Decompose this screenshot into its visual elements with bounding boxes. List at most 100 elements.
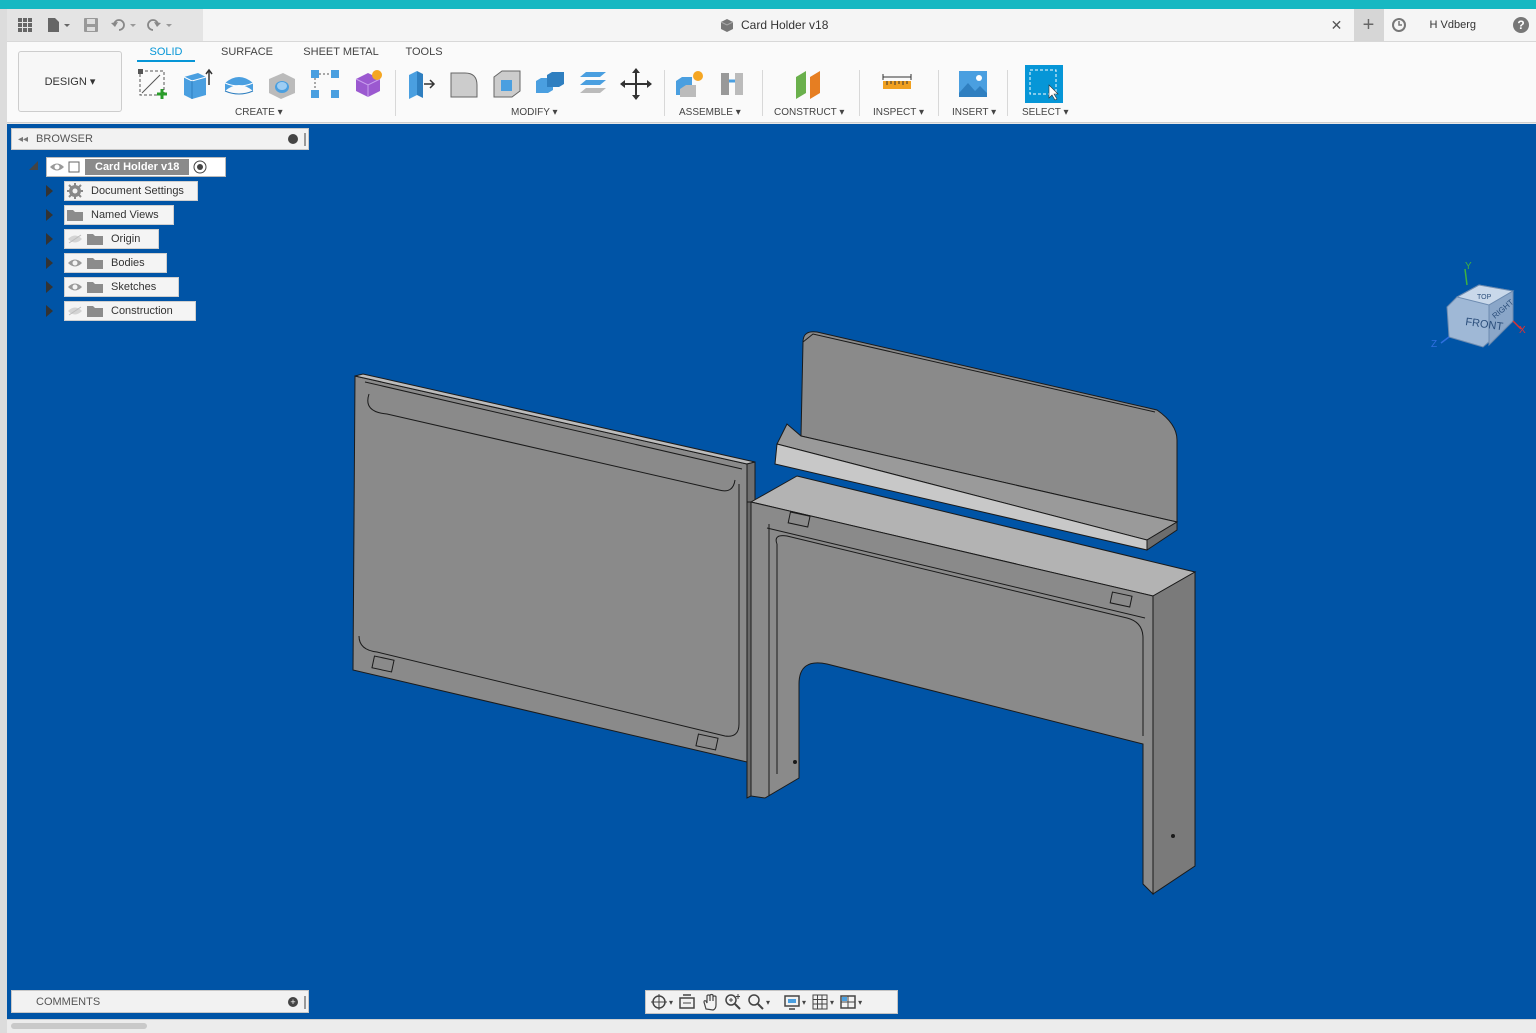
comments-title: COMMENTS [36, 995, 101, 1008]
browser-item-construction[interactable]: Construction [64, 301, 196, 321]
browser-item-sketches[interactable]: Sketches [64, 277, 179, 297]
select-group: SELECT ▾ [1022, 65, 1095, 122]
viewports-icon[interactable]: ▾ [839, 992, 862, 1012]
expand-arrow-icon[interactable] [46, 281, 53, 293]
browser-item-label: Sketches [111, 281, 157, 293]
save-icon[interactable] [79, 13, 103, 37]
eye-icon[interactable] [47, 161, 67, 173]
look-at-icon[interactable] [678, 992, 696, 1012]
gear-icon [67, 183, 83, 199]
document-title-text: Card Holder v18 [741, 18, 829, 32]
create-group-label[interactable]: CREATE ▾ [235, 107, 283, 118]
tab-solid[interactable]: SOLID [137, 42, 195, 62]
comments-resize-grip[interactable] [304, 996, 306, 1009]
eye-icon[interactable] [65, 281, 85, 293]
horizontal-scroll-thumb[interactable] [11, 1023, 147, 1029]
help-icon[interactable]: ? [1506, 16, 1536, 34]
ribbon-separator [859, 70, 860, 116]
eye-hidden-icon[interactable] [65, 305, 85, 317]
revolve-icon[interactable] [221, 66, 257, 102]
folder-icon [87, 258, 103, 269]
insert-image-icon[interactable] [955, 66, 991, 102]
add-comment-icon[interactable]: + [288, 997, 298, 1007]
expand-arrow-icon[interactable] [46, 185, 53, 197]
browser-resize-grip[interactable] [304, 133, 306, 146]
insert-group-label[interactable]: INSERT ▾ [952, 107, 996, 118]
browser-root-node[interactable]: Card Holder v18 [46, 157, 226, 177]
select-group-label[interactable]: SELECT ▾ [1022, 107, 1069, 118]
fillet-icon[interactable] [446, 66, 482, 102]
ribbon-separator [664, 70, 665, 116]
zoom-icon[interactable] [724, 992, 742, 1012]
browser-item-origin[interactable]: Origin [64, 229, 159, 249]
pan-icon[interactable] [701, 992, 719, 1012]
browser-item-document-settings[interactable]: Document Settings [64, 181, 198, 201]
workspace-switcher[interactable]: DESIGN ▾ [18, 51, 122, 112]
extrude-icon[interactable] [178, 66, 214, 102]
axis-z-label: Z [1431, 339, 1437, 350]
offset-face-icon[interactable] [575, 66, 611, 102]
move-copy-icon[interactable] [618, 66, 654, 102]
display-settings-icon[interactable]: ▾ [783, 992, 806, 1012]
expand-arrow-icon[interactable] [46, 257, 53, 269]
new-component-icon[interactable] [671, 66, 707, 102]
create-sketch-icon[interactable] [135, 66, 171, 102]
press-pull-icon[interactable] [403, 66, 439, 102]
file-menu-icon[interactable] [43, 13, 73, 37]
fit-view-icon[interactable]: ▾ [747, 992, 770, 1012]
combine-icon[interactable] [532, 66, 568, 102]
expand-arrow-icon[interactable] [46, 209, 53, 221]
browser-item-bodies[interactable]: Bodies [64, 253, 167, 273]
tab-tools[interactable]: TOOLS [399, 42, 449, 62]
inspect-group-label[interactable]: INSPECT ▾ [873, 107, 924, 118]
browser-item-label: Named Views [91, 209, 159, 221]
user-account[interactable]: H Vdberg [1414, 19, 1506, 31]
browser-item-label: Document Settings [91, 185, 184, 197]
assemble-group-label[interactable]: ASSEMBLE ▾ [679, 107, 741, 118]
component-icon [68, 161, 80, 173]
comments-panel[interactable]: COMMENTS + [11, 990, 309, 1013]
close-tab-button[interactable]: ✕ [1324, 17, 1350, 34]
collapse-browser-icon[interactable]: ◂◂ [18, 134, 28, 145]
document-title: Card Holder v18 [719, 18, 828, 32]
joint-icon[interactable] [714, 66, 750, 102]
rectangular-pattern-icon[interactable] [307, 66, 343, 102]
canvas-viewport[interactable]: Y FRONT RIGHT TOP X Z [7, 124, 1536, 1019]
measure-icon[interactable] [879, 66, 915, 102]
body-left-plate[interactable] [352, 373, 756, 763]
model-canvas [352, 331, 1197, 896]
activate-radio-icon[interactable] [193, 160, 207, 174]
title-bar: Card Holder v18 ✕ + H Vdberg ? [7, 9, 1536, 42]
axis-x-label: X [1519, 325, 1526, 336]
undo-icon[interactable] [109, 13, 139, 37]
expand-arrow-icon[interactable] [46, 305, 53, 317]
job-status-icon[interactable] [1384, 17, 1414, 33]
browser-minimize-icon[interactable] [288, 134, 298, 144]
create-form-icon[interactable] [350, 66, 386, 102]
view-cube[interactable]: Y FRONT RIGHT TOP X Z [1427, 259, 1536, 359]
modify-group-label[interactable]: MODIFY ▾ [511, 107, 558, 118]
redo-icon[interactable] [145, 13, 175, 37]
orbit-icon[interactable]: ▾ [650, 992, 673, 1012]
browser-title: BROWSER [36, 133, 93, 145]
root-collapse-arrow-icon[interactable] [29, 161, 38, 170]
offset-plane-icon[interactable] [791, 66, 827, 102]
new-tab-button[interactable]: + [1353, 9, 1384, 41]
browser-header[interactable]: ◂◂ BROWSER [11, 128, 309, 150]
expand-arrow-icon[interactable] [46, 233, 53, 245]
select-icon[interactable] [1025, 65, 1063, 103]
folder-icon [67, 210, 83, 221]
hole-icon[interactable] [264, 66, 300, 102]
eye-hidden-icon[interactable] [65, 233, 85, 245]
grid-settings-icon[interactable]: ▾ [811, 992, 834, 1012]
folder-icon [87, 306, 103, 317]
tab-surface[interactable]: SURFACE [211, 42, 283, 62]
construct-group-label[interactable]: CONSTRUCT ▾ [774, 107, 844, 118]
tab-sheet-metal[interactable]: SHEET METAL [301, 42, 381, 62]
view-cube-top[interactable]: TOP [1477, 294, 1492, 301]
shell-icon[interactable] [489, 66, 525, 102]
eye-icon[interactable] [65, 257, 85, 269]
browser-item-named-views[interactable]: Named Views [64, 205, 174, 225]
app-grid-icon[interactable] [13, 13, 37, 37]
ribbon-separator [938, 70, 939, 116]
